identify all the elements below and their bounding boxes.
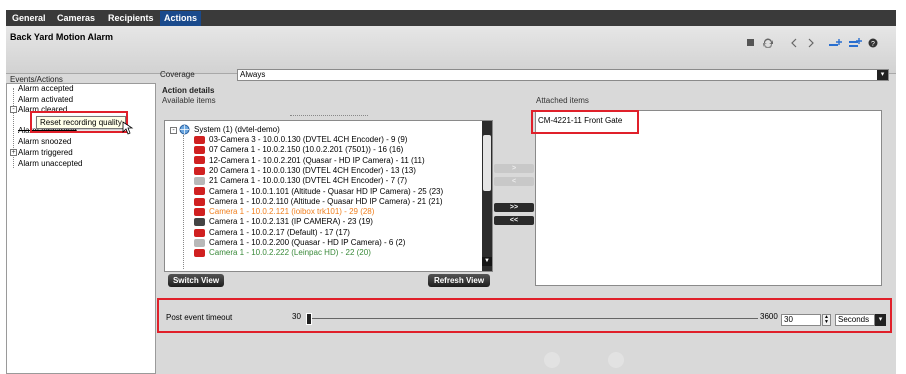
action-details-title: Action details <box>162 86 215 95</box>
available-item-label: Camera 1 - 10.0.2.222 (Leinpac HD) - 22 … <box>209 248 371 258</box>
tab-recipients[interactable]: Recipients <box>104 11 158 26</box>
move-left-button[interactable]: < <box>494 177 534 186</box>
help-icon[interactable]: ? <box>868 38 878 48</box>
available-item[interactable]: Camera 1 - 10.0.2.200 (Quasar - HD IP Ca… <box>194 238 405 247</box>
move-right-button[interactable]: > <box>494 164 534 173</box>
camera-icon <box>194 228 205 237</box>
camera-icon <box>194 156 205 165</box>
collapse-icon[interactable]: - <box>170 127 177 134</box>
available-item-label: 20 Camera 1 - 10.0.0.130 (DVTEL 4CH Enco… <box>209 165 416 175</box>
scroll-down-icon[interactable]: ▼ <box>482 257 492 266</box>
tab-cameras[interactable]: Cameras <box>53 11 99 26</box>
available-item[interactable]: Camera 1 - 10.0.2.131 (IP CAMERA) - 23 (… <box>194 217 373 226</box>
tree-item-alarm-unaccepted[interactable]: Alarm unaccepted <box>18 159 82 168</box>
switch-view-button[interactable]: Switch View <box>168 274 224 287</box>
post-event-timeout-label: Post event timeout <box>166 313 233 322</box>
coverage-label: Coverage <box>160 70 195 79</box>
tab-general[interactable]: General <box>8 11 50 26</box>
available-item[interactable]: Camera 1 - 10.0.2.17 (Default) - 17 (17) <box>194 228 350 237</box>
available-item[interactable]: Camera 1 - 10.0.2.110 (Altitude - Quasar… <box>194 197 443 206</box>
camera-icon <box>194 218 205 227</box>
camera-icon <box>194 187 205 196</box>
tree-item-alarm-accepted[interactable]: Alarm accepted <box>18 84 74 93</box>
available-item[interactable]: 07 Camera 1 - 10.0.2.150 (10.0.2.201 (75… <box>194 145 403 154</box>
tree-item-alarm-activated[interactable]: Alarm activated <box>18 95 73 104</box>
available-item-label: 03-Camera 3 - 10.0.0.130 (DVTEL 4CH Enco… <box>209 135 408 144</box>
available-item-label: Camera 1 - 10.0.2.121 (ioibox trk101) - … <box>209 207 375 217</box>
slider-min-label: 30 <box>292 312 301 321</box>
available-item-label: 12-Camera 1 - 10.0.2.201 (Quasar - HD IP… <box>209 155 425 165</box>
refresh-icon[interactable] <box>762 38 774 49</box>
expand-icon[interactable]: + <box>10 149 17 156</box>
header-panel <box>6 26 896 74</box>
camera-icon <box>194 249 205 258</box>
page-title: Back Yard Motion Alarm <box>10 32 114 42</box>
move-all-left-button[interactable]: << <box>494 216 534 225</box>
available-item-label: 07 Camera 1 - 10.0.2.150 (10.0.2.201 (75… <box>209 145 404 155</box>
timeout-spinner[interactable]: ▲ ▼ <box>822 314 831 326</box>
available-items-label: Available items <box>162 96 216 105</box>
available-item[interactable]: 12-Camera 1 - 10.0.2.201 (Quasar - HD IP… <box>194 156 425 165</box>
attached-items-list[interactable] <box>535 110 882 286</box>
system-globe-icon <box>179 124 190 137</box>
slider-max-label: 3600 <box>760 312 778 321</box>
refresh-view-button[interactable]: Refresh View <box>428 274 490 287</box>
available-item[interactable]: Camera 1 - 10.0.2.222 (Leinpac HD) - 22 … <box>194 248 371 257</box>
available-item[interactable]: 03-Camera 3 - 10.0.0.130 (DVTEL 4CH Enco… <box>194 135 407 144</box>
available-item-label: Camera 1 - 10.0.2.131 (IP CAMERA) - 23 (… <box>209 217 373 227</box>
camera-icon <box>194 197 205 206</box>
timeout-value-input[interactable]: 30 <box>781 314 821 326</box>
camera-icon <box>194 177 205 186</box>
attached-items-label: Attached items <box>536 96 589 105</box>
camera-icon <box>194 238 205 247</box>
available-item[interactable]: Camera 1 - 10.0.1.101 (Altitude - Quasar… <box>194 187 443 196</box>
timeout-slider-track[interactable] <box>311 318 758 319</box>
available-item-label: Camera 1 - 10.0.2.200 (Quasar - HD IP Ca… <box>209 238 406 247</box>
previous-icon[interactable] <box>790 38 798 48</box>
move-all-right-button[interactable]: >> <box>494 203 534 212</box>
splitter-grip[interactable] <box>290 115 368 116</box>
available-item-label: Camera 1 - 10.0.2.110 (Altitude - Quasar… <box>209 196 443 206</box>
tree-connector <box>183 135 184 269</box>
available-item[interactable]: 21 Camera 1 - 10.0.0.130 (DVTEL 4CH Enco… <box>194 176 407 185</box>
stop-icon[interactable] <box>746 38 755 48</box>
chevron-down-icon[interactable]: ▾ <box>875 314 886 326</box>
tree-item-alarm-snoozed[interactable]: Alarm snoozed <box>18 137 71 146</box>
next-icon[interactable] <box>807 38 815 48</box>
watermark-shape <box>608 352 624 368</box>
add-before-icon[interactable] <box>828 38 842 48</box>
chevron-down-icon[interactable]: ▾ <box>877 70 888 80</box>
available-item[interactable]: 20 Camera 1 - 10.0.0.130 (DVTEL 4CH Enco… <box>194 166 416 175</box>
cursor-icon <box>122 121 134 137</box>
collapse-icon[interactable]: - <box>10 106 17 113</box>
camera-icon <box>194 166 205 175</box>
highlight-box-tooltip <box>30 111 128 133</box>
available-item-label: Camera 1 - 10.0.1.101 (Altitude - Quasar… <box>209 186 444 196</box>
available-item[interactable]: Camera 1 - 10.0.2.121 (ioibox trk101) - … <box>194 207 374 216</box>
watermark-shape <box>544 352 560 368</box>
camera-icon <box>194 135 205 144</box>
tab-actions[interactable]: Actions <box>160 11 202 26</box>
available-item-label: Camera 1 - 10.0.2.17 (Default) - 17 (17) <box>209 227 350 237</box>
units-select[interactable]: Seconds <box>835 314 875 326</box>
tree-connector <box>13 88 14 168</box>
highlight-box-attached <box>531 110 639 134</box>
available-item-label: 21 Camera 1 - 10.0.0.130 (DVTEL 4CH Enco… <box>209 176 408 186</box>
add-after-icon[interactable] <box>848 38 862 48</box>
tree-root-system[interactable]: System (1) (dvtel-demo) <box>194 125 280 134</box>
camera-icon <box>194 207 205 216</box>
camera-icon <box>194 146 205 155</box>
tree-item-alarm-triggered[interactable]: Alarm triggered <box>18 148 73 157</box>
scrollbar-thumb[interactable] <box>483 135 491 191</box>
coverage-select[interactable]: Always <box>237 69 889 81</box>
svg-text:?: ? <box>871 41 875 48</box>
timeout-slider-thumb[interactable] <box>306 313 312 325</box>
